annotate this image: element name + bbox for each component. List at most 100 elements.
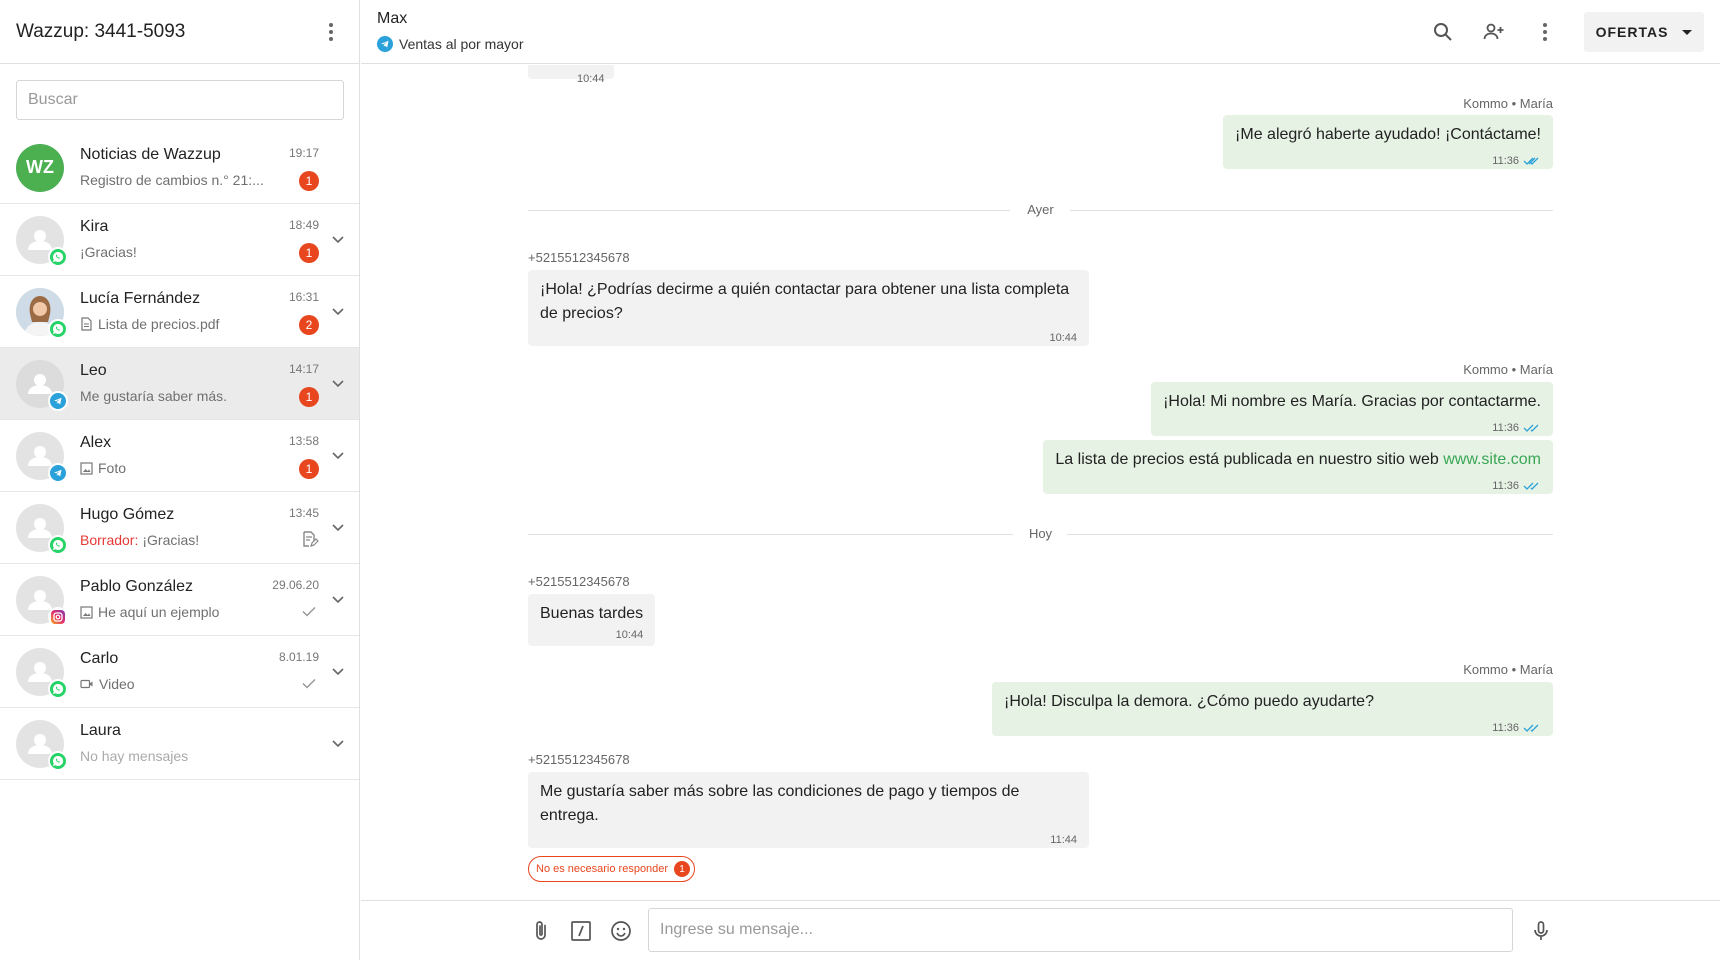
message-meta: 11:36 [1055,474,1541,498]
message-bubble-outgoing: ¡Hola! Mi nombre es María. Gracias por c… [1151,382,1553,436]
chat-preview: Lista de precios.pdf [80,316,280,332]
instagram-icon [48,606,68,627]
check-icon [302,606,316,617]
message-sender: Kommo • María [1463,96,1553,111]
message-bubble-outgoing: La lista de precios está publicada en nu… [1043,440,1553,494]
draft-label: Borrador: [80,532,139,548]
chat-name: Carlo [80,650,119,667]
message-input[interactable] [648,908,1513,952]
chat-item-hugo-gomez[interactable]: Hugo Gómez Borrador: ¡Gracias! 13:45 [0,492,359,564]
chevron-down-icon[interactable] [329,662,347,680]
chat-item-laura[interactable]: Laura No hay mensajes [0,708,359,780]
message-sender: +5215512345678 [528,250,630,265]
message-text: ¡Hola! Mi nombre es María. Gracias por c… [1163,393,1541,410]
chat-item-leo[interactable]: Leo Me gustaría saber más. 14:17 1 [0,348,359,420]
unread-badge: 1 [299,243,319,263]
message-time: 10:44 [1049,332,1077,344]
chat-item-alex[interactable]: Alex Foto 13:58 1 [0,420,359,492]
message-time: 11:36 [1492,722,1519,734]
sidebar-more-icon[interactable] [319,20,343,44]
unread-badge: 1 [299,171,319,191]
avatar [16,719,68,771]
unread-badge: 2 [299,315,319,335]
chat-item-lucia-fernandez[interactable]: Lucía Fernández Lista de precios.pdf 16:… [0,276,359,348]
message-sender: +5215512345678 [528,752,630,767]
chat-more-icon[interactable] [1533,20,1557,44]
add-user-icon[interactable] [1482,20,1506,44]
double-check-icon [1523,482,1539,490]
chat-item-noticias-de-wazzup[interactable]: WZ Noticias de Wazzup Registro de cambio… [0,132,359,204]
search-input[interactable] [16,80,344,120]
chevron-down-icon[interactable] [329,374,347,392]
chat-preview-text: ¡Gracias! [142,532,200,548]
document-icon [81,317,92,331]
quick-reply-icon[interactable] [569,919,593,943]
message-meta: 11:44 [540,828,1077,852]
chat-name: Lucía Fernández [80,290,201,307]
double-check-icon [1523,424,1539,432]
chat-preview: Foto [80,460,280,476]
chat-item-carlo[interactable]: Carlo Video 8.01.19 [0,636,359,708]
microphone-icon[interactable] [1529,919,1553,943]
contact-channel: Ventas al por mayor [377,36,524,52]
attach-icon[interactable] [529,919,553,943]
avatar: WZ [16,143,64,192]
message-text: ¡Me alegró haberte ayudado! ¡Contáctame! [1235,126,1541,143]
offers-button[interactable]: OFERTAS [1584,12,1704,52]
chat-preview-text: Registro de cambios n.° 21:... [80,172,264,188]
chat-item-kira[interactable]: Kira ¡Gracias! 18:49 1 [0,204,359,276]
chat-time: 29.06.20 [272,578,319,592]
message-text: Me gustaría saber más sobre las condicio… [540,783,1020,824]
search-wrapper [0,64,359,132]
whatsapp-icon [48,246,68,267]
message-time: 11:36 [1492,480,1519,492]
telegram-icon [48,462,68,483]
no-reply-label: No es necesario responder [536,863,669,875]
chevron-down-icon[interactable] [329,590,347,608]
chat-preview-text: Foto [98,460,127,476]
video-icon [80,679,93,689]
whatsapp-icon [48,750,68,771]
sidebar-header: Wazzup: 3441-5093 [0,0,359,64]
chat-preview: Me gustaría saber más. [80,388,280,404]
unread-badge: 1 [299,459,319,479]
chat-preview-text: Lista de precios.pdf [98,316,220,332]
message-bubble-incoming: Me gustaría saber más sobre las condicio… [528,772,1089,848]
message-meta: 11:36 [1004,716,1541,740]
date-divider-label: Ayer [1027,202,1054,217]
message-sender: Kommo • María [1463,662,1553,677]
chat-name: Kira [80,218,109,235]
chat-time: 16:31 [288,290,319,304]
chevron-down-icon[interactable] [329,446,347,464]
emoji-icon[interactable] [609,919,633,943]
chevron-down-icon[interactable] [329,302,347,320]
chat-time: 13:58 [288,434,319,448]
unread-badge: 1 [299,387,319,407]
message-bubble-partial: 10:44 [528,65,614,85]
no-reply-needed-button[interactable]: No es necesario responder 1 [528,856,696,882]
chat-time: 8.01.19 [278,650,319,664]
chat-name: Pablo González [80,578,193,595]
chat-item-pablo-gonzalez[interactable]: Pablo González He aquí un ejemplo 29.06.… [0,564,359,636]
caret-down-icon [1682,29,1693,35]
chat-preview: No hay mensajes [80,748,280,764]
chat-time: 18:49 [288,218,319,232]
search-icon[interactable] [1431,20,1455,44]
whatsapp-icon [48,678,68,699]
chevron-down-icon[interactable] [329,518,347,536]
chat-name: Noticias de Wazzup [80,146,221,163]
telegram-icon [377,36,393,52]
avatar [16,431,68,483]
chevron-down-icon[interactable] [329,230,347,248]
avatar [16,359,68,411]
message-link[interactable]: www.site.com [1443,451,1541,468]
message-list: 10:44 Kommo • María ¡Me alegró haberte a… [361,65,1720,900]
chevron-down-icon[interactable] [329,734,347,752]
chat-name: Laura [80,722,121,739]
chat-sidebar: Wazzup: 3441-5093 WZ Noticias de Wazzup … [0,0,360,960]
image-icon [80,461,93,475]
offers-label: OFERTAS [1595,24,1669,40]
date-divider: Ayer [528,200,1553,220]
date-divider-label: Hoy [1028,526,1053,541]
message-time: 10:44 [615,629,644,641]
